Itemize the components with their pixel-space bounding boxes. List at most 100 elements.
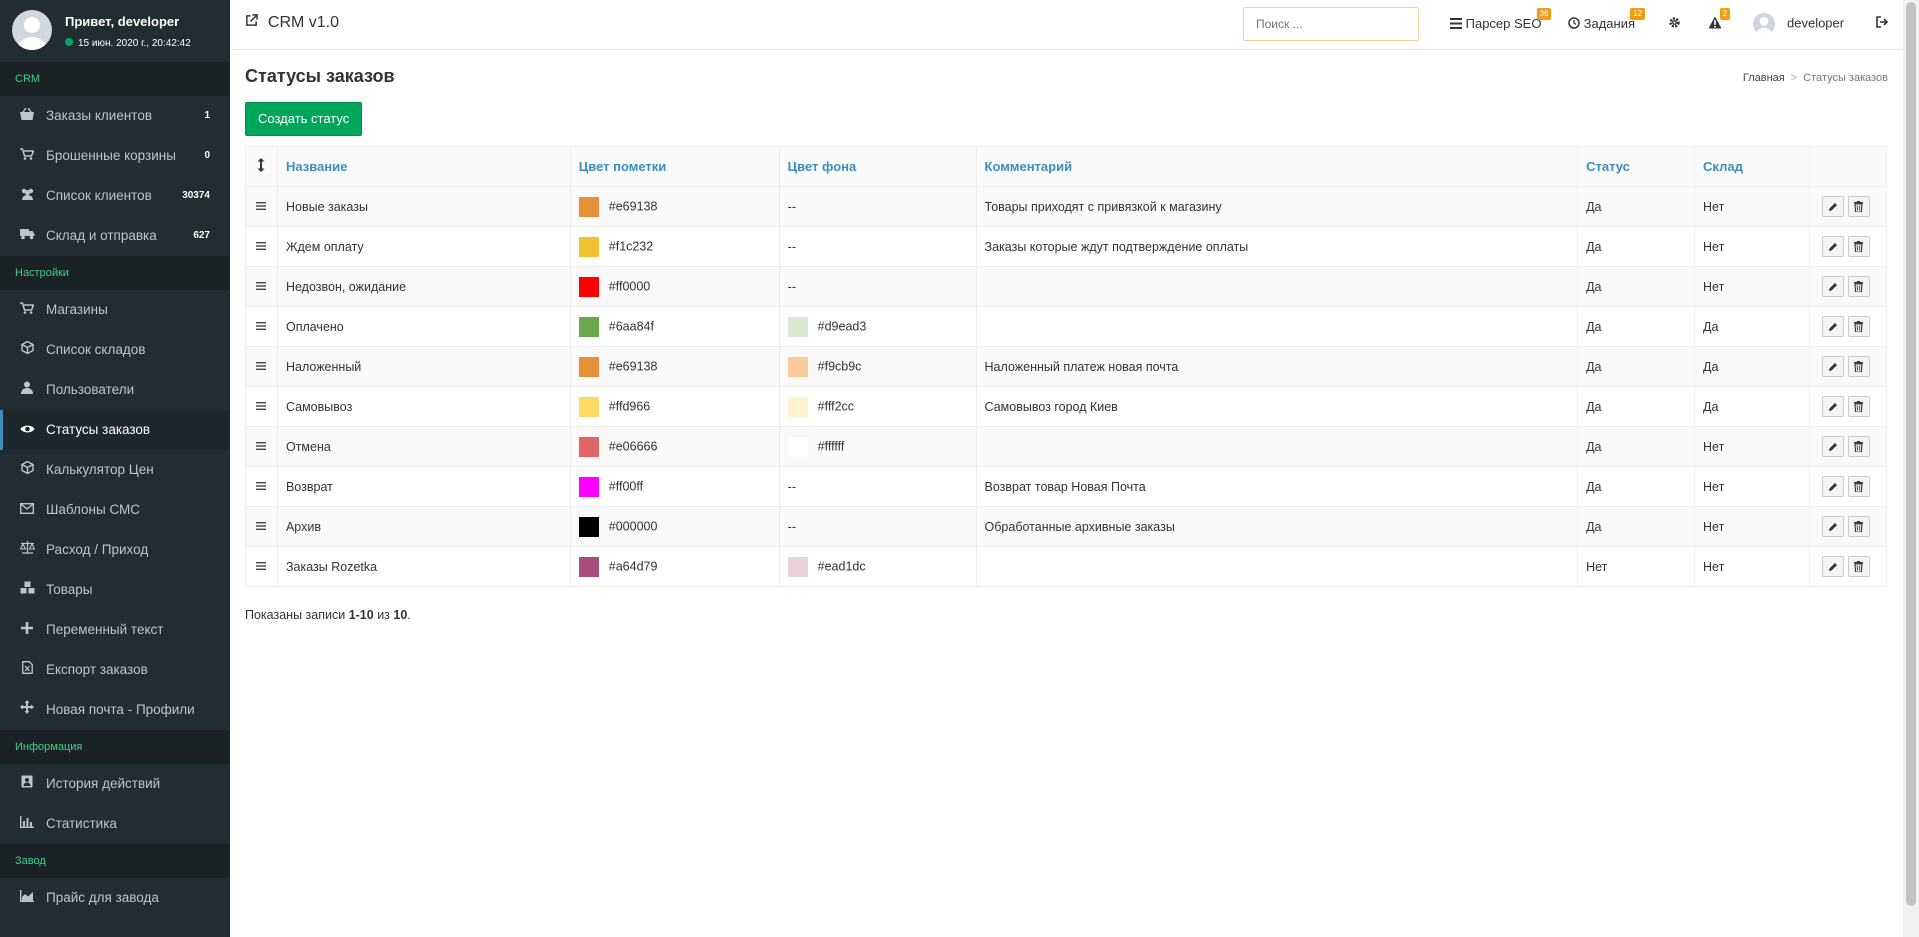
status-flag: Да [1577, 426, 1696, 467]
drag-handle[interactable] [245, 546, 278, 587]
sidebar-item[interactable]: История действий [0, 764, 230, 804]
status-name: Возврат [276, 466, 571, 507]
drag-handle[interactable] [245, 466, 278, 507]
drag-handle[interactable] [245, 506, 278, 547]
balance-icon [19, 530, 35, 570]
edit-button[interactable] [1821, 236, 1844, 257]
delete-button[interactable] [1847, 556, 1870, 577]
sidebar-item-label: Брошенные корзины [46, 148, 176, 163]
drag-handle[interactable] [245, 266, 278, 307]
edit-button[interactable] [1821, 316, 1844, 337]
row-actions [1808, 266, 1888, 307]
drag-handle-icon [256, 240, 267, 254]
status-flag: Да [1577, 386, 1696, 427]
table-body: Новые заказы #e69138 -- Товары приходят с п… [245, 186, 1888, 587]
edit-button[interactable] [1821, 436, 1844, 457]
tasks-label: Задания [1583, 16, 1636, 31]
sidebar-item[interactable]: Список клиентов 30374 [0, 176, 230, 216]
column-header-warehouse[interactable]: Склад [1694, 146, 1810, 187]
seo-parser-link[interactable]: Парсер SEO 36 [1450, 8, 1552, 31]
mark-color-value: #000000 [608, 518, 658, 533]
search-input[interactable] [1243, 7, 1419, 41]
status-name: Новые заказы [276, 186, 571, 227]
trash-icon [1854, 519, 1864, 533]
delete-button[interactable] [1847, 516, 1870, 537]
cart-icon [19, 136, 35, 176]
sidebar-item[interactable]: Пользователи [0, 370, 230, 410]
delete-button[interactable] [1847, 316, 1870, 337]
sidebar-item[interactable]: Новая почта - Профили [0, 690, 230, 730]
user-avatar [1753, 13, 1775, 35]
sidebar-item[interactable]: Статистика [0, 804, 230, 844]
sidebar-item[interactable]: Заказы клиентов 1 [0, 96, 230, 136]
sidebar-item[interactable]: Брошенные корзины 0 [0, 136, 230, 176]
column-header-name[interactable]: Название [276, 146, 571, 187]
sidebar-item[interactable]: Склад и отправка 627 [0, 216, 230, 256]
sidebar-item-label: Заказы клиентов [46, 108, 153, 123]
status-comment: Возврат товар Новая Почта [975, 466, 1579, 507]
warehouse-flag: Да [1694, 386, 1810, 427]
alerts-button[interactable]: 2 [1708, 8, 1730, 32]
edit-button[interactable] [1821, 556, 1844, 577]
sidebar-item[interactable]: Калькулятор Цен [0, 450, 230, 490]
sidebar-item[interactable]: Магазины [0, 290, 230, 330]
drag-handle[interactable] [245, 426, 278, 467]
sidebar-item[interactable]: Расход / Приход [0, 530, 230, 570]
sidebar-item[interactable]: Список складов [0, 330, 230, 370]
delete-button[interactable] [1847, 396, 1870, 417]
edit-button[interactable] [1821, 516, 1844, 537]
create-status-button[interactable]: Создать статус [245, 102, 363, 136]
mark-color-value: #ffd966 [608, 398, 651, 413]
tasks-link[interactable]: Задания 12 [1568, 8, 1646, 31]
user-menu[interactable]: developer [1753, 13, 1844, 35]
bg-color-value: #f9cb9c [817, 358, 862, 373]
mark-color-value: #e69138 [608, 358, 658, 373]
logout-button[interactable] [1876, 16, 1889, 31]
mark-color-cell: #e06666 [569, 426, 780, 467]
settings-button[interactable] [1668, 16, 1681, 32]
brand-link[interactable]: CRM v1.0 [245, 14, 339, 32]
mark-color-cell: #000000 [569, 506, 780, 547]
delete-button[interactable] [1847, 436, 1870, 457]
edit-button[interactable] [1821, 196, 1844, 217]
drag-handle[interactable] [245, 186, 278, 227]
delete-button[interactable] [1847, 276, 1870, 297]
column-header-bg-color[interactable]: Цвет фона [778, 146, 977, 187]
sidebar-item[interactable]: Прайс для завода [0, 878, 230, 918]
column-header-mark-color[interactable]: Цвет пометки [569, 146, 780, 187]
edit-button[interactable] [1821, 276, 1844, 297]
drag-handle[interactable] [245, 226, 278, 267]
scrollbar-thumb[interactable] [1906, 2, 1916, 906]
mark-color-cell: #6aa84f [569, 306, 780, 347]
delete-button[interactable] [1847, 356, 1870, 377]
trash-icon [1854, 399, 1864, 413]
column-header-comment[interactable]: Комментарий [975, 146, 1579, 187]
user-datetime: 15 июн. 2020 г., 20:42:42 [65, 38, 191, 49]
sidebar-item[interactable]: Статусы заказов [0, 410, 230, 450]
mark-color-swatch [578, 396, 599, 417]
edit-button[interactable] [1821, 356, 1844, 377]
edit-button[interactable] [1821, 476, 1844, 497]
pencil-icon [1828, 479, 1838, 493]
sidebar-item[interactable]: Шаблоны СМС [0, 490, 230, 530]
page-scrollbar[interactable] [1903, 0, 1919, 937]
delete-button[interactable] [1847, 196, 1870, 217]
edit-button[interactable] [1821, 396, 1844, 417]
sidebar-item[interactable]: Експорт заказов [0, 650, 230, 690]
delete-button[interactable] [1847, 236, 1870, 257]
column-header-status[interactable]: Статус [1577, 146, 1696, 187]
row-actions [1808, 346, 1888, 387]
sidebar-item-label: Калькулятор Цен [46, 462, 154, 477]
sidebar-item[interactable]: Товары [0, 570, 230, 610]
online-status-icon [65, 38, 73, 46]
bg-color-value: -- [787, 519, 796, 534]
drag-handle[interactable] [245, 346, 278, 387]
bg-color-value: -- [787, 239, 796, 254]
drag-handle[interactable] [245, 306, 278, 347]
mark-color-cell: #e69138 [569, 186, 780, 227]
sidebar-item[interactable]: Переменный текст [0, 610, 230, 650]
drag-handle[interactable] [245, 386, 278, 427]
delete-button[interactable] [1847, 476, 1870, 497]
table-row: Отмена #e06666 #ffffff Да Нет [245, 426, 1888, 467]
breadcrumb-home[interactable]: Главная [1743, 72, 1785, 84]
